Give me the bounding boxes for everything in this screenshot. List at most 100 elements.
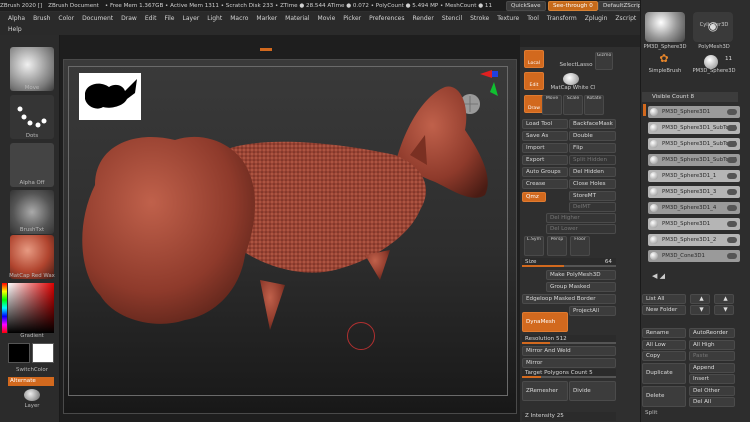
menu-item-draw[interactable]: Draw [121,15,137,22]
menu-item-movie[interactable]: Movie [318,15,336,22]
subtool-row[interactable]: PM3D_Sphere3D1_3 [648,186,740,198]
menu-item-file[interactable]: File [164,15,174,22]
gizmo-button[interactable]: Gizmo [595,52,613,70]
del-hidden-button[interactable]: Del Hidden [569,167,616,177]
menu-item-render[interactable]: Render [412,15,433,22]
resolution-slider[interactable]: Resolution 512 [522,335,616,344]
menu-item-macro[interactable]: Macro [230,15,248,22]
menu-item-layer[interactable]: Layer [183,15,200,22]
paste-button[interactable]: Paste [689,351,735,361]
delete-button[interactable]: Delete [642,386,686,407]
tool-thumbnail-sphere[interactable] [645,12,685,42]
close-holes-button[interactable]: Close Holes [569,179,616,189]
target-polygons-slider[interactable]: Target Polygons Count 5 [522,369,616,378]
del-other-button[interactable]: Del Other [689,386,735,396]
arrow-up-icon[interactable]: ▲ [690,294,710,304]
all-low-button[interactable]: All Low [642,340,686,350]
matcap-icon[interactable] [563,73,579,85]
edit-button[interactable]: Edit [524,72,544,90]
divide-button[interactable]: Divide [569,381,616,401]
subtool-row[interactable]: PM3D_Sphere3D1_SubTool1 [648,138,740,150]
double-button[interactable]: Double [569,131,616,141]
size-slider[interactable]: Size 64 [522,258,616,267]
see-through-slider[interactable]: See-through 0 [548,1,598,11]
subtool-row[interactable]: PM3D_Sphere3D1_SubTool2 [648,154,740,166]
menu-item-edit[interactable]: Edit [145,15,157,22]
visibility-eye-icon[interactable] [727,237,737,243]
flip-button[interactable]: Flip [569,143,616,153]
secondary-color-swatch[interactable] [32,343,54,363]
sphere-tool-icon[interactable] [704,55,718,69]
dynamesh-button[interactable]: DynaMesh [522,312,568,332]
subtool-row[interactable]: PM3D_Sphere3D1_1 [648,170,740,182]
visibility-eye-icon[interactable] [727,125,737,131]
auto-groups-button[interactable]: Auto Groups [522,167,568,177]
load-tool-button[interactable]: Load Tool [522,119,568,129]
project-all-button[interactable]: ProjectAll [569,306,616,316]
arrow-down-icon[interactable]: ▼ [690,305,710,315]
switchcolor-button[interactable]: SwitchColor [4,367,60,373]
visibility-eye-icon[interactable] [727,253,737,259]
duplicate-button[interactable]: Duplicate [642,363,686,384]
simplebrush-icon[interactable]: ✿ [657,52,671,66]
edgeloop-masked-border-button[interactable]: Edgeloop Masked Border [522,294,616,304]
menu-item-stencil[interactable]: Stencil [442,15,462,22]
menu-item-texture[interactable]: Texture [497,15,519,22]
subtool-row[interactable]: PM3D_Sphere3D1 [648,106,740,118]
move-button[interactable]: Move [542,95,562,115]
insert-button[interactable]: Insert [689,374,735,384]
subtool-row[interactable]: PM3D_Sphere3D1 [648,218,740,230]
draw-button[interactable]: Draw [524,95,544,113]
arrow-up-alt-icon[interactable]: ▲ [714,294,734,304]
visible-count-slider[interactable]: Visible Count 8 [642,92,738,102]
quicksave-button[interactable]: QuickSave [506,1,546,11]
store-mt-button[interactable]: StoreMT [569,191,616,201]
alternate-button[interactable]: Alternate [8,377,54,386]
menu-item-picker[interactable]: Picker [343,15,361,22]
make-polymesh-button[interactable]: Make PolyMesh3D [546,270,616,280]
visibility-eye-icon[interactable] [727,173,737,179]
menu-item-tool[interactable]: Tool [527,15,539,22]
hue-strip[interactable] [2,283,7,333]
subtool-row[interactable]: PM3D_Sphere3D1_2 [648,234,740,246]
local-button[interactable]: Local [524,50,544,68]
new-folder-button[interactable]: New Folder [642,305,686,315]
menu-item-material[interactable]: Material [285,15,309,22]
menu-item-brush[interactable]: Brush [33,15,50,22]
save-as-button[interactable]: Save As [522,131,568,141]
copy-button[interactable]: Copy [642,351,686,361]
subtool-row[interactable]: PM3D_Sphere3D1_SubTool1 [648,122,740,134]
rotate-button[interactable]: Rotate [584,95,604,115]
visibility-eye-icon[interactable] [727,205,737,211]
arrow-down-alt-icon[interactable]: ▼ [714,305,734,315]
del-lower-button[interactable]: Del Lower [546,224,616,234]
qmz-button[interactable]: Qmz [522,192,546,202]
subtool-scroll-indicator[interactable] [643,104,646,116]
main-color-swatch[interactable] [8,343,30,363]
menu-item-marker[interactable]: Marker [256,15,277,22]
all-high-button[interactable]: All High [689,340,735,350]
mirror-and-weld-button[interactable]: Mirror And Weld [522,346,616,356]
menu-item-alpha[interactable]: Alpha [8,15,25,22]
append-button[interactable]: Append [689,363,735,373]
menu-item-transform[interactable]: Transform [547,15,577,22]
xyz-button[interactable]: L.Sym [524,236,544,256]
split-label[interactable]: Split [645,410,657,416]
mirror-button[interactable]: Mirror [522,358,616,368]
list-all-button[interactable]: List All [642,294,686,304]
split-hidden-button[interactable]: Split Hidden [569,155,616,165]
scale-button[interactable]: Scale [563,95,583,115]
selectlasso-button[interactable]: SelectLasso [551,50,601,70]
subtool-row[interactable]: PM3D_Sphere3D1_4 [648,202,740,214]
menu-item-zplugin[interactable]: Zplugin [585,15,608,22]
zremesher-button[interactable]: ZRemesher [522,381,568,401]
scroll-indicator[interactable] [260,48,272,51]
visibility-eye-icon[interactable] [727,189,737,195]
import-button[interactable]: Import [522,143,568,153]
menu-item-stroke[interactable]: Stroke [470,15,489,22]
color-picker[interactable] [8,283,54,333]
help-menu[interactable]: Help [0,25,645,35]
persp-button[interactable]: Persp [547,236,567,256]
subtool-row[interactable]: PM3D_Cone3D1 [648,250,740,262]
auto-reorder-button[interactable]: AutoReorder [689,328,735,338]
